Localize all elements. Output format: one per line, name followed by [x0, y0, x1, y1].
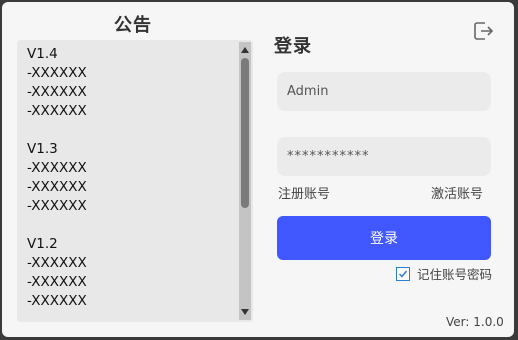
notice-panel[interactable]: V1.4 -XXXXXX -XXXXXX -XXXXXX V1.3 -XXXXX… [17, 40, 253, 322]
triangle-down-icon [241, 309, 249, 315]
remember-label: 记住账号密码 [417, 267, 493, 282]
remember-checkbox-row[interactable]: 记住账号密码 [396, 264, 492, 283]
remember-checkbox[interactable] [396, 266, 410, 281]
notice-scrollbar[interactable] [239, 42, 251, 320]
scroll-up-button[interactable] [239, 44, 251, 56]
login-title: 登录 [274, 36, 312, 57]
scroll-down-button[interactable] [239, 306, 251, 318]
check-icon [398, 270, 408, 278]
notice-content: V1.4 -XXXXXX -XXXXXX -XXXXXX V1.3 -XXXXX… [27, 46, 87, 309]
password-input[interactable] [277, 137, 491, 176]
scroll-thumb[interactable] [241, 58, 249, 208]
notice-title: 公告 [114, 15, 152, 36]
triangle-up-icon [241, 47, 249, 53]
login-window: 公告 V1.4 -XXXXXX -XXXXXX -XXXXXX V1.3 -XX… [2, 2, 514, 337]
activate-link[interactable]: 激活账号 [431, 183, 483, 202]
username-input[interactable] [277, 72, 491, 111]
version-label: Ver: 1.0.0 [446, 315, 504, 329]
login-button[interactable]: 登录 [277, 216, 491, 260]
exit-icon[interactable] [472, 20, 494, 42]
register-link[interactable]: 注册账号 [278, 183, 330, 202]
